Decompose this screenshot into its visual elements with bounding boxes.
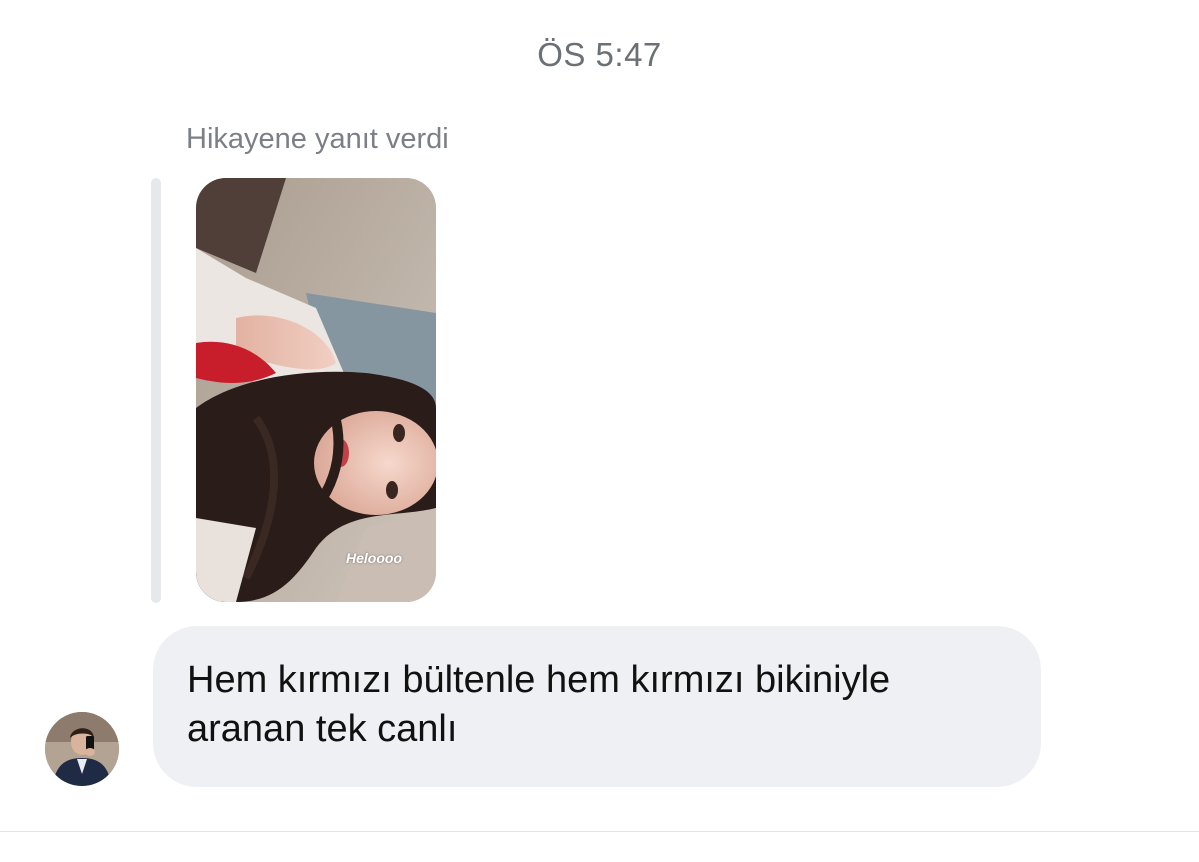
avatar-image <box>45 712 119 786</box>
sender-avatar[interactable] <box>45 712 119 786</box>
message-bubble[interactable]: Hem kırmızı bültenle hem kırmızı bikiniy… <box>153 626 1041 787</box>
story-preview[interactable]: Heloooo <box>196 178 436 602</box>
story-preview-image <box>196 178 436 602</box>
message-text: Hem kırmızı bültenle hem kırmızı bikiniy… <box>187 659 891 750</box>
story-reply-label: Hikayene yanıt verdi <box>186 123 449 155</box>
reply-quote-bar <box>151 178 161 603</box>
chat-thread: ÖS 5:47 Hikayene yanıt verdi Heloooo Hem… <box>0 0 1199 862</box>
bottom-divider <box>0 831 1199 832</box>
message-timestamp: ÖS 5:47 <box>537 36 662 73</box>
story-caption: Heloooo <box>346 550 402 566</box>
